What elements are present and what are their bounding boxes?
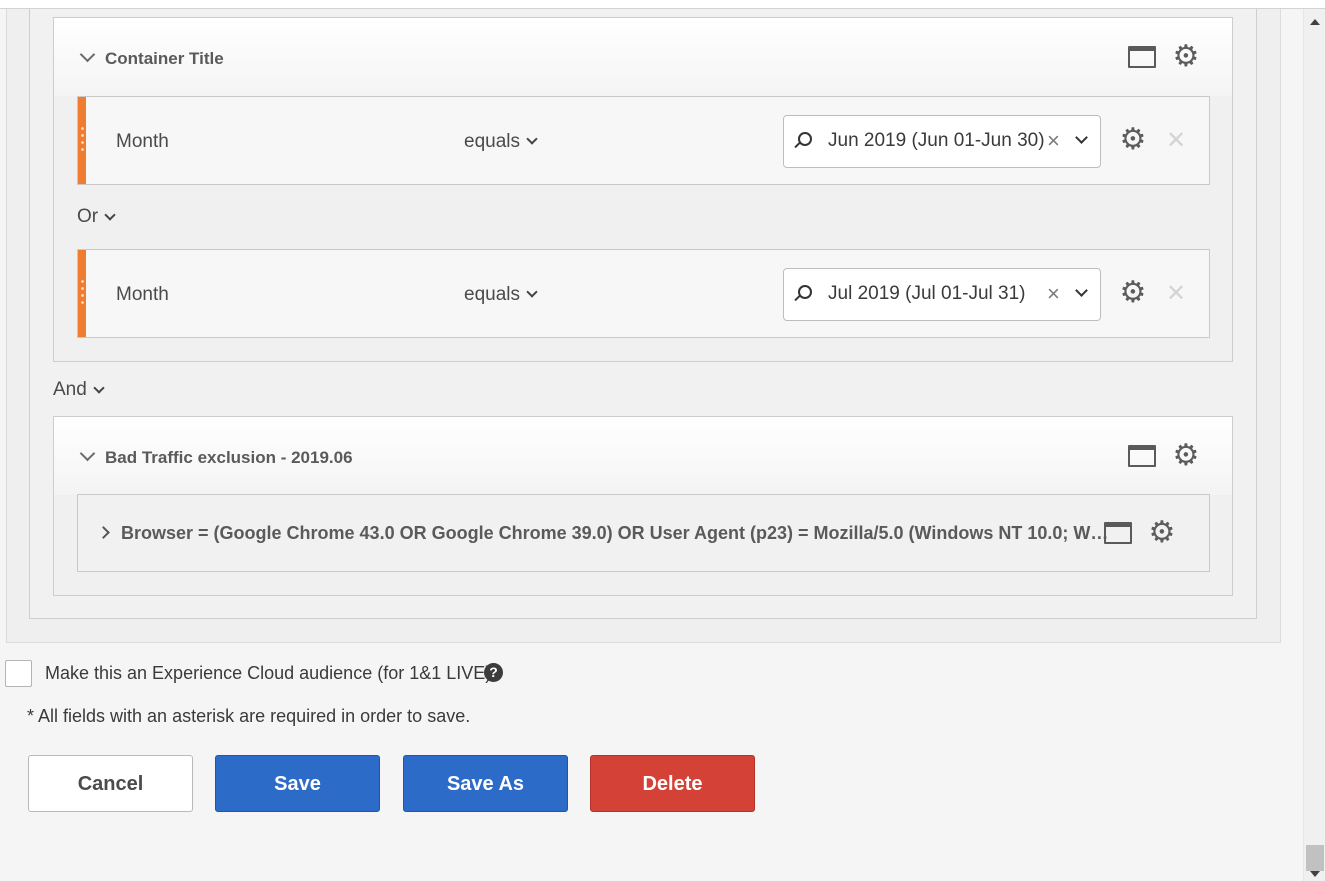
- search-icon: [798, 132, 812, 146]
- delete-button[interactable]: Delete: [590, 755, 755, 812]
- rule-dimension-label: Month: [116, 131, 169, 152]
- or-logic-label: Or: [77, 206, 99, 227]
- scroll-down-arrow-icon[interactable]: [1310, 871, 1320, 877]
- container-gear-icon[interactable]: ⚙: [1172, 42, 1200, 72]
- help-icon[interactable]: ?: [484, 663, 503, 682]
- scroll-up-arrow-icon[interactable]: [1310, 19, 1320, 25]
- chevron-down-icon[interactable]: [1075, 131, 1088, 144]
- container-title-block: Container Title ⚙ Month equals Jun 2019 …: [53, 17, 1233, 362]
- rule-gear-icon[interactable]: ⚙: [1119, 125, 1147, 155]
- rule-operator-label: equals: [464, 284, 520, 305]
- rule-row-month-jun: Month equals Jun 2019 (Jun 01-Jun 30) × …: [77, 96, 1210, 185]
- rule-value-text: Jul 2019 (Jul 01-Jul 31): [828, 283, 1026, 304]
- rule-operator-dropdown[interactable]: equals: [464, 284, 538, 306]
- experience-cloud-audience-checkbox[interactable]: [5, 660, 32, 687]
- chevron-down-icon: [104, 209, 116, 221]
- chevron-down-icon: [93, 382, 105, 394]
- grip-dots-icon: [81, 125, 84, 155]
- container-title[interactable]: Container Title: [105, 49, 224, 69]
- rule-gear-icon[interactable]: ⚙: [1119, 278, 1147, 308]
- expand-chevron-icon[interactable]: [97, 526, 110, 539]
- chevron-down-icon: [526, 286, 538, 298]
- chevron-down-icon[interactable]: [1075, 284, 1088, 297]
- required-fields-note: * All fields with an asterisk are requir…: [27, 706, 471, 726]
- rule-dimension-label: Month: [116, 284, 169, 305]
- rule-operator-dropdown[interactable]: equals: [464, 131, 538, 153]
- rule-remove-icon[interactable]: ✕: [1166, 279, 1186, 308]
- vertical-scrollbar[interactable]: [1303, 9, 1325, 881]
- nested-window-icon[interactable]: [1104, 522, 1132, 544]
- rule-row-month-jul: Month equals Jul 2019 (Jul 01-Jul 31) × …: [77, 249, 1210, 338]
- chevron-down-icon: [526, 133, 538, 145]
- container-title[interactable]: Bad Traffic exclusion - 2019.06: [105, 448, 353, 468]
- clear-value-icon[interactable]: ×: [1047, 281, 1060, 307]
- container-window-icon[interactable]: [1128, 445, 1156, 467]
- and-logic-label: And: [53, 379, 87, 400]
- or-logic-dropdown[interactable]: Or: [77, 206, 116, 228]
- save-button[interactable]: Save: [215, 755, 380, 812]
- scrollbar-thumb[interactable]: [1306, 845, 1324, 871]
- save-as-button[interactable]: Save As: [403, 755, 568, 812]
- nested-gear-icon[interactable]: ⚙: [1148, 518, 1176, 548]
- search-icon: [798, 285, 812, 299]
- nested-segment-row: Browser = (Google Chrome 43.0 OR Google …: [77, 494, 1210, 572]
- clear-value-icon[interactable]: ×: [1047, 128, 1060, 154]
- rule-remove-icon[interactable]: ✕: [1166, 126, 1186, 155]
- cancel-button[interactable]: Cancel: [28, 755, 193, 812]
- rule-drag-handle[interactable]: [78, 97, 86, 184]
- rule-operator-label: equals: [464, 131, 520, 152]
- rule-value-select[interactable]: Jul 2019 (Jul 01-Jul 31) ×: [783, 268, 1101, 321]
- container-window-icon[interactable]: [1128, 46, 1156, 68]
- grip-dots-icon: [81, 278, 84, 308]
- rule-value-select[interactable]: Jun 2019 (Jun 01-Jun 30) ×: [783, 115, 1101, 168]
- bad-traffic-container: Bad Traffic exclusion - 2019.06 ⚙ Browse…: [53, 416, 1233, 596]
- container-header: [54, 18, 1232, 96]
- and-logic-dropdown[interactable]: And: [53, 379, 105, 401]
- experience-cloud-audience-label[interactable]: Make this an Experience Cloud audience (…: [45, 663, 491, 684]
- rule-value-text: Jun 2019 (Jun 01-Jun 30): [828, 130, 1045, 151]
- nested-segment-definition[interactable]: Browser = (Google Chrome 43.0 OR Google …: [121, 523, 1108, 544]
- container-gear-icon[interactable]: ⚙: [1172, 441, 1200, 471]
- rule-drag-handle[interactable]: [78, 250, 86, 337]
- top-border: [0, 0, 1325, 9]
